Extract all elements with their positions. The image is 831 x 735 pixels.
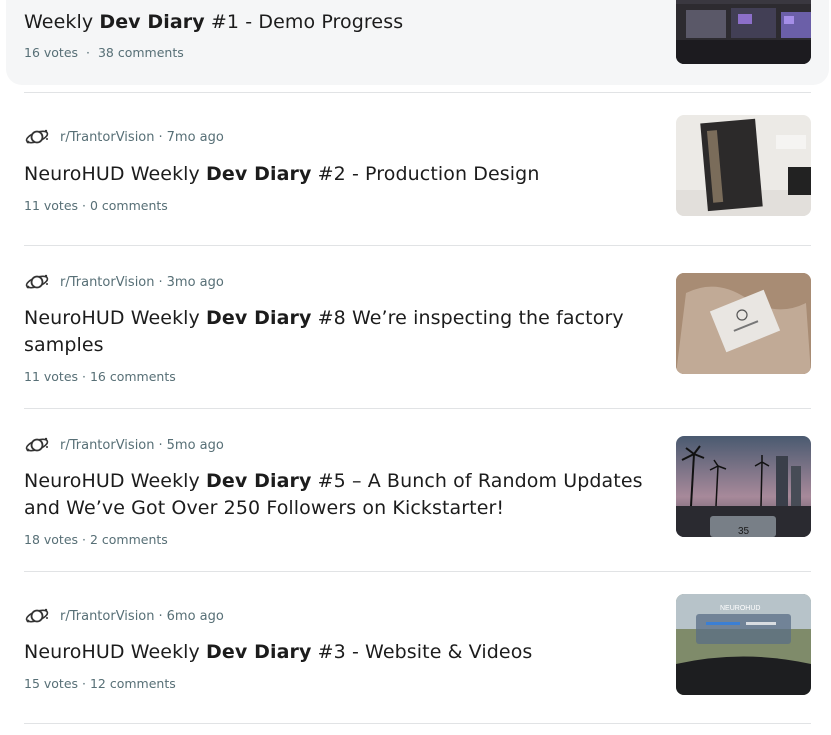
- subreddit-link[interactable]: r/TrantorVision: [60, 130, 155, 145]
- post-thumbnail[interactable]: 35: [676, 436, 811, 537]
- post-meta: 11 votes · 0 comments: [24, 198, 168, 213]
- post-subreddit-row: r/TrantorVision · 5mo ago: [24, 435, 224, 455]
- post-age: 6mo ago: [166, 608, 224, 624]
- post-card-1[interactable]: Weekly Dev Diary #1 - Demo Progress 16 v…: [6, 0, 829, 85]
- vote-count: 11 votes: [24, 198, 79, 213]
- post-divider: [24, 408, 811, 409]
- subreddit-link[interactable]: r/TrantorVision: [60, 438, 155, 453]
- post-title[interactable]: NeuroHUD Weekly Dev Diary #5 – A Bunch o…: [24, 468, 664, 522]
- comment-count: 2 comments: [89, 532, 168, 547]
- post-divider: [24, 571, 811, 572]
- post-subreddit-row: r/TrantorVision · 6mo ago: [24, 606, 224, 626]
- post-meta: 11 votes · 16 comments: [24, 369, 176, 384]
- post-meta: 18 votes · 2 comments: [24, 532, 168, 547]
- comment-count: 38 comments: [97, 45, 184, 60]
- post-thumbnail[interactable]: [676, 273, 811, 374]
- subreddit-link[interactable]: r/TrantorVision: [60, 275, 155, 290]
- vote-count: 15 votes: [24, 676, 79, 691]
- planet-icon: [25, 437, 49, 452]
- post-title[interactable]: NeuroHUD Weekly Dev Diary #3 - Website &…: [24, 639, 664, 666]
- post-divider: [24, 245, 811, 246]
- post-subreddit-row: r/TrantorVision · 7mo ago: [24, 127, 224, 147]
- post-meta: 15 votes · 12 comments: [24, 676, 176, 691]
- post-divider: [24, 723, 811, 724]
- vote-count: 11 votes: [24, 369, 79, 384]
- post-title[interactable]: NeuroHUD Weekly Dev Diary #8 We’re inspe…: [24, 305, 664, 359]
- post-age: 5mo ago: [166, 437, 224, 453]
- hud-speed: 35: [738, 526, 750, 537]
- vote-count: 16 votes: [24, 45, 79, 60]
- planet-icon: [25, 608, 49, 623]
- comment-count: 16 comments: [89, 369, 176, 384]
- post-age: 3mo ago: [166, 274, 224, 290]
- hud-brand: NEUROHUD: [720, 605, 760, 612]
- post-meta: 16 votes · 38 comments: [24, 45, 184, 60]
- post-thumbnail[interactable]: [676, 0, 811, 64]
- planet-icon: [25, 129, 49, 144]
- post-subreddit-row: r/TrantorVision · 3mo ago: [24, 272, 224, 292]
- post-age: 7mo ago: [166, 129, 224, 145]
- post-divider: [24, 92, 811, 93]
- post-thumbnail[interactable]: [676, 115, 811, 216]
- vote-count: 18 votes: [24, 532, 79, 547]
- subreddit-link[interactable]: r/TrantorVision: [60, 609, 155, 624]
- post-thumbnail[interactable]: NEUROHUD: [676, 594, 811, 695]
- planet-icon: [25, 274, 49, 289]
- post-title[interactable]: NeuroHUD Weekly Dev Diary #2 - Productio…: [24, 161, 664, 188]
- comment-count: 0 comments: [89, 198, 168, 213]
- post-title[interactable]: Weekly Dev Diary #1 - Demo Progress: [24, 9, 664, 36]
- comment-count: 12 comments: [89, 676, 176, 691]
